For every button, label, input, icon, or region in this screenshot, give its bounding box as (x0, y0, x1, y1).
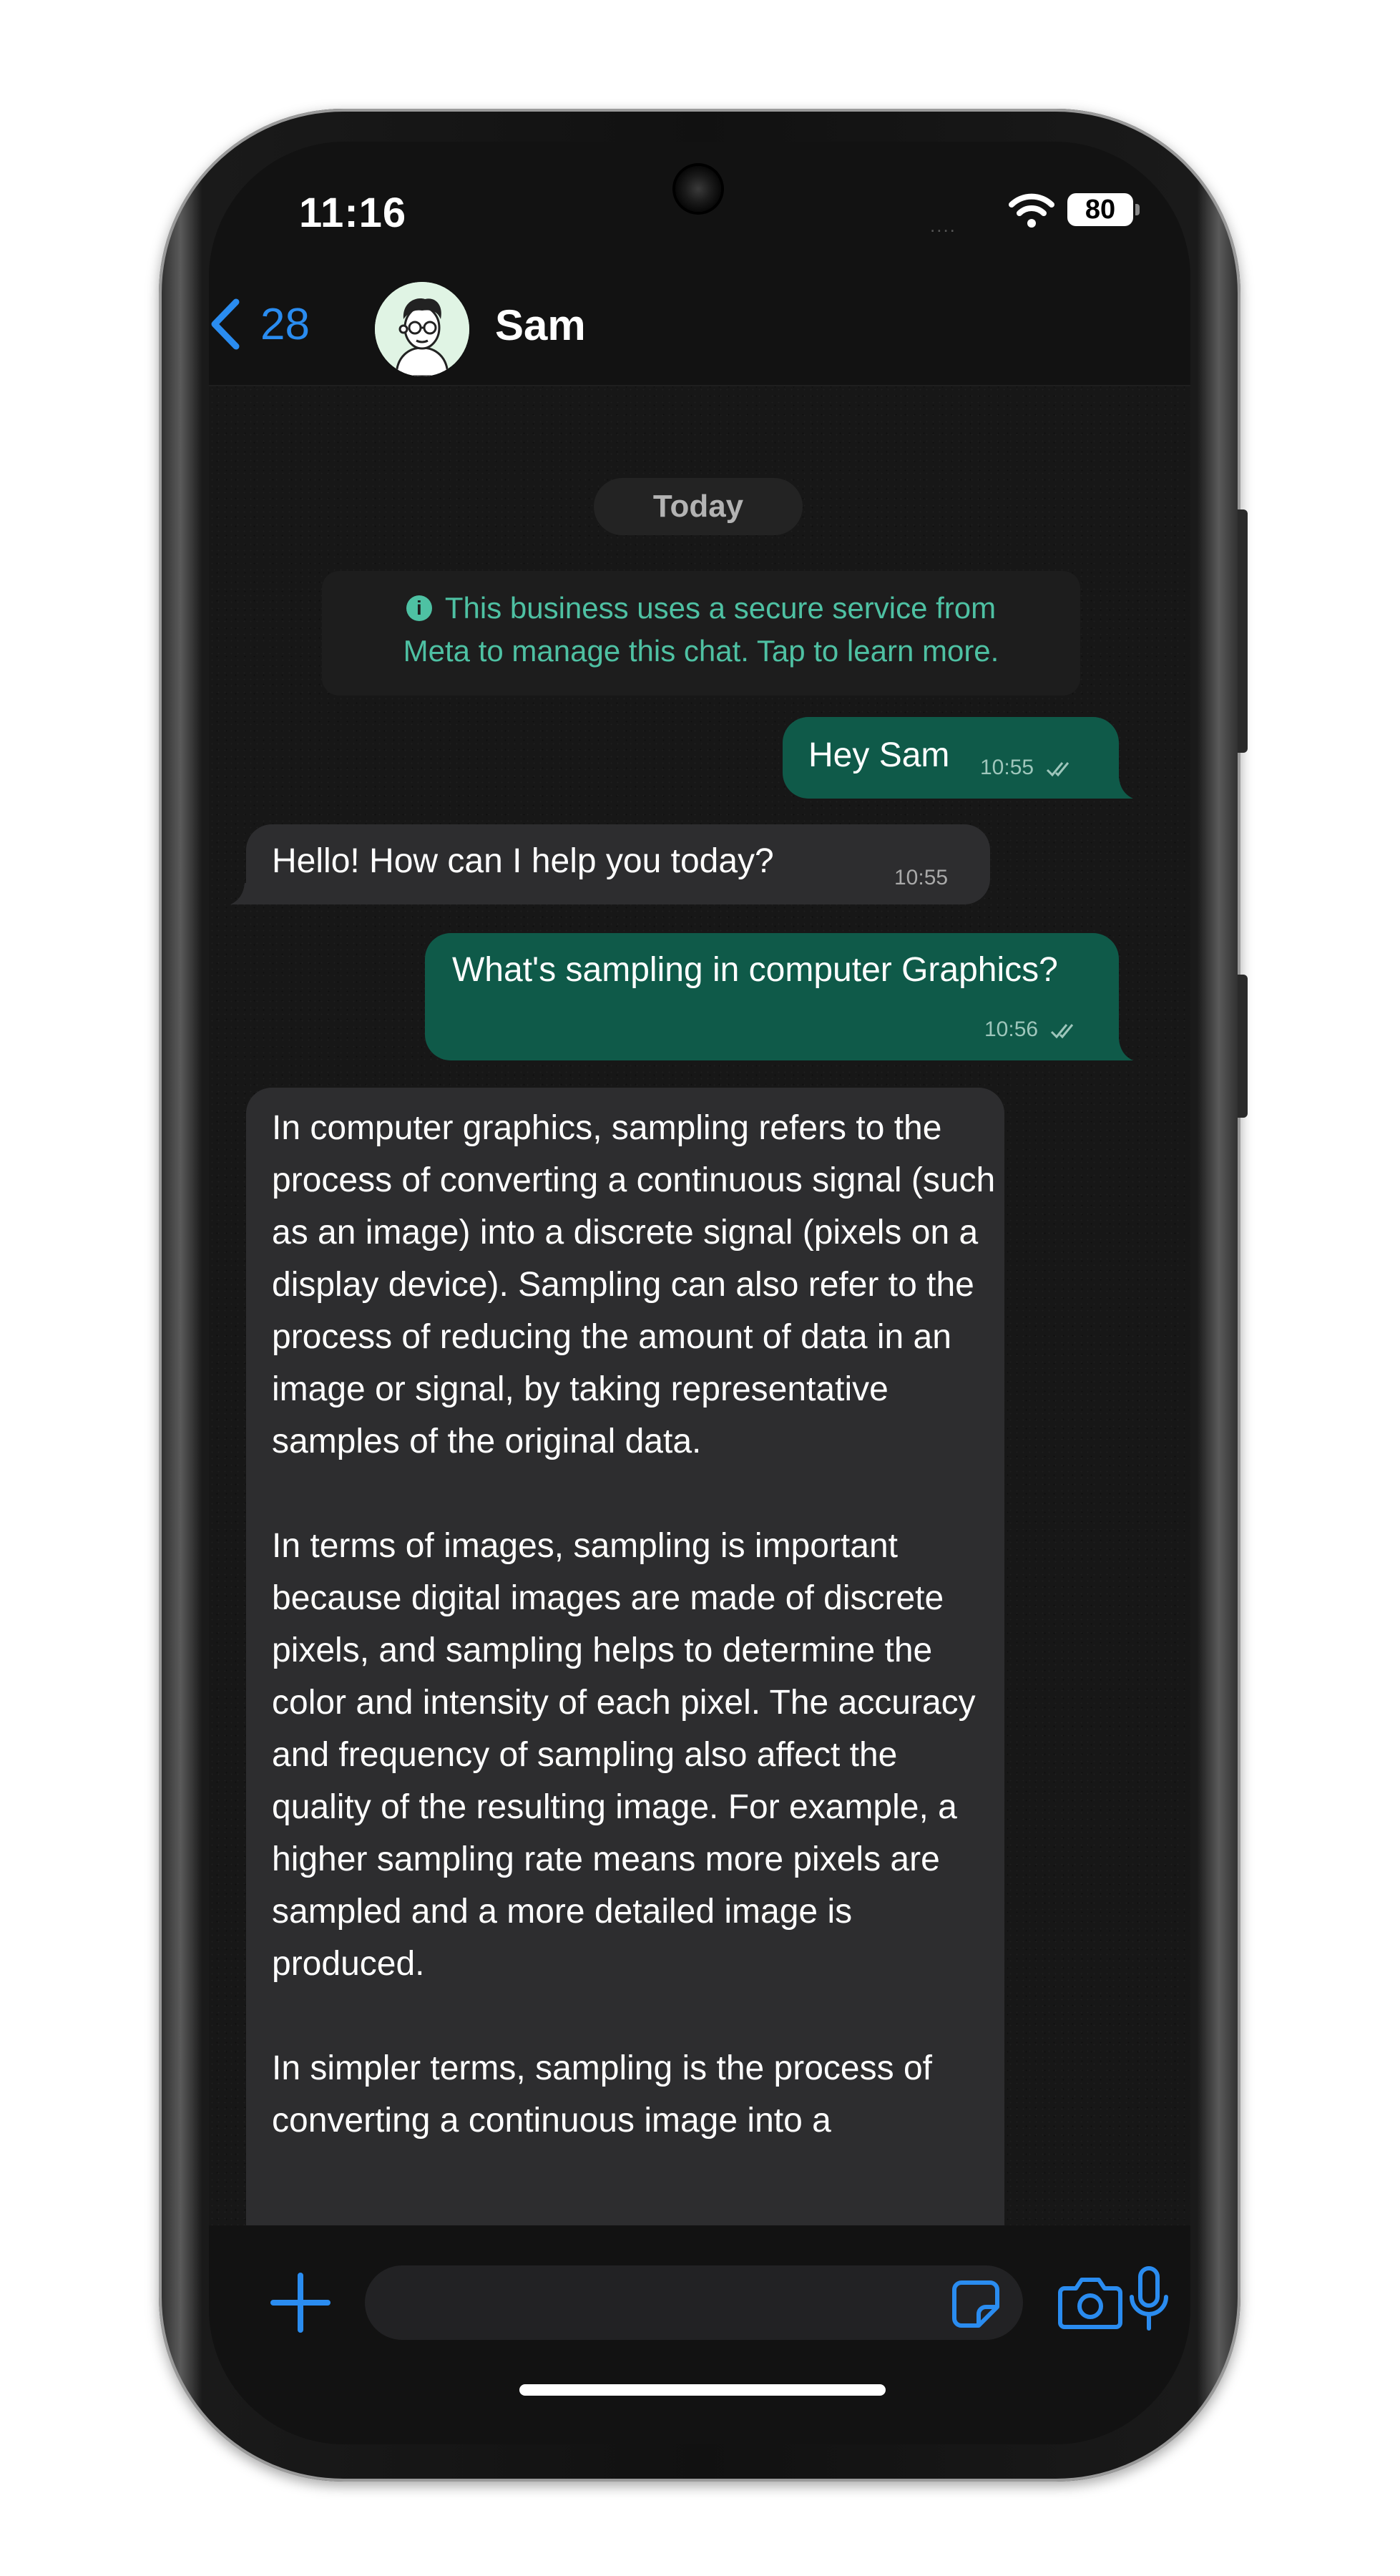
microphone-icon[interactable] (1127, 2265, 1170, 2334)
camera-icon[interactable] (1057, 2273, 1123, 2331)
wifi-icon (1009, 193, 1054, 228)
chat-thread[interactable]: Today i This business uses a secure servi… (209, 386, 1190, 2225)
message-composer (209, 2225, 1190, 2444)
contact-name[interactable]: Sam (495, 301, 586, 350)
message-bubble-incoming[interactable]: In computer graphics, sampling refers to… (246, 1088, 1004, 2225)
unread-count: 28 (260, 300, 310, 349)
info-icon: i (406, 595, 432, 621)
bubble-tail (1112, 1039, 1133, 1060)
plus-icon[interactable] (266, 2268, 335, 2337)
message-paragraph: In simpler terms, sampling is the proces… (272, 2049, 932, 2140)
message-time: 10:55 (980, 756, 1074, 780)
chevron-left-icon (211, 298, 240, 350)
double-check-icon (1047, 762, 1069, 777)
date-separator: Today (594, 478, 803, 535)
volume-button (1238, 509, 1248, 753)
phone-screen: 11:16 .... 80 28 Sam Today i This busine… (209, 142, 1190, 2444)
sticker-icon[interactable] (950, 2278, 1002, 2330)
signal-icon: .... (930, 215, 956, 236)
notice-line-2: Meta to manage this chat. Tap to learn m… (403, 634, 999, 668)
message-paragraph: In computer graphics, sampling refers to… (272, 1109, 996, 1460)
status-time: 11:16 (299, 190, 407, 236)
avatar-illustration (375, 282, 469, 376)
message-input[interactable] (365, 2265, 1023, 2340)
battery-icon: 80 (1067, 193, 1140, 226)
message-text: What's sampling in computer Graphics? (452, 951, 1058, 989)
message-time: 10:55 (894, 866, 949, 889)
double-check-icon (1051, 1024, 1074, 1039)
message-text: In computer graphics, sampling refers to… (272, 1102, 1002, 2199)
front-camera (675, 166, 721, 212)
avatar[interactable] (375, 282, 469, 376)
message-paragraph: In terms of images, sampling is importan… (272, 1527, 976, 1983)
message-text: Hello! How can I help you today? (272, 842, 774, 880)
back-button[interactable]: 28 (209, 292, 331, 356)
home-indicator[interactable] (519, 2384, 886, 2396)
message-time: 10:56 (984, 1018, 1078, 1042)
message-text: Hey Sam (808, 736, 950, 774)
bubble-tail (1112, 777, 1133, 799)
message-bubble-outgoing[interactable]: Hey Sam 10:55 (783, 717, 1119, 799)
power-button (1238, 975, 1248, 1118)
message-bubble-outgoing[interactable]: What's sampling in computer Graphics? 10… (425, 933, 1119, 1060)
business-notice[interactable]: i This business uses a secure service fro… (322, 571, 1080, 696)
notice-line-1: i This business uses a secure service fro… (322, 587, 1080, 630)
chat-header: 28 Sam (209, 256, 1190, 386)
message-bubble-incoming[interactable]: Hello! How can I help you today? 10:55 (246, 824, 990, 904)
bubble-tail (230, 883, 252, 904)
